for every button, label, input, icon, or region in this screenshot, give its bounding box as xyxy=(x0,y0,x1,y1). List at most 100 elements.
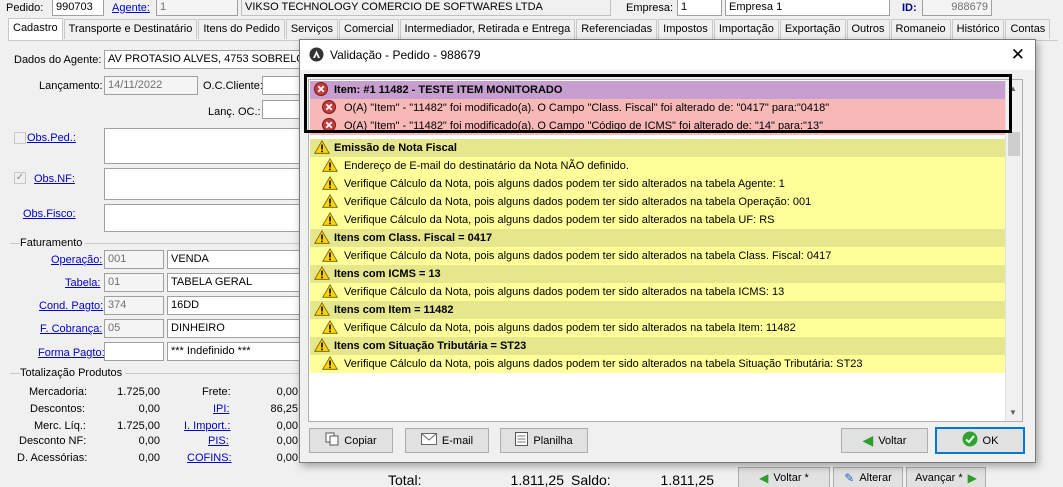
ok-button[interactable]: OK xyxy=(935,427,1025,454)
operacao-link[interactable]: Operação: xyxy=(51,254,102,266)
pedido-field[interactable]: 990703 xyxy=(52,0,104,16)
tab-importacao[interactable]: Importação xyxy=(713,19,779,39)
tab-referenciadas[interactable]: Referenciadas xyxy=(576,19,658,39)
warning-message-row[interactable]: Verifique Cálculo da Nota, pois alguns d… xyxy=(310,283,1006,301)
error-icon xyxy=(314,82,328,99)
lanc-oc-label: Lanç. OC.: xyxy=(208,106,261,118)
forma-pagto-link[interactable]: Forma Pagto: xyxy=(38,347,105,359)
f-cobranca-code[interactable]: 05 xyxy=(104,319,164,338)
tab-comercial[interactable]: Comercial xyxy=(339,19,399,39)
arrow-left-icon: ◀ xyxy=(759,471,769,485)
scroll-thumb[interactable] xyxy=(1008,132,1020,156)
cond-pagto-link[interactable]: Cond. Pagto: xyxy=(39,300,103,312)
email-button[interactable]: E-mail xyxy=(405,428,489,453)
warning-icon xyxy=(322,176,338,193)
total-value: 1.811,25 xyxy=(510,472,564,487)
warning-group-header[interactable]: Itens com ICMS = 13 xyxy=(310,265,1006,283)
cond-pagto-code[interactable]: 374 xyxy=(104,296,164,315)
pedido-label: Pedido: xyxy=(6,2,44,14)
empresa-field[interactable]: 1 xyxy=(677,0,722,16)
ipi-link[interactable]: IPI: xyxy=(213,403,230,415)
tab-outros[interactable]: Outros xyxy=(846,19,890,39)
app-logo-icon xyxy=(309,47,324,65)
operacao-name: VENDA xyxy=(167,250,302,269)
error-group-header[interactable]: Item: #1 11482 - TESTE ITEM MONITORADO xyxy=(310,81,1006,99)
warning-icon xyxy=(314,266,330,283)
tab-impostos[interactable]: Impostos xyxy=(658,19,713,39)
f-cobranca-link[interactable]: F. Cobrança: xyxy=(40,323,102,335)
footer-avancar-button[interactable]: Avançar * ▶ xyxy=(906,467,986,487)
obs-ped-field[interactable] xyxy=(104,128,304,164)
obs-fisco-field[interactable] xyxy=(104,204,304,232)
error-icon xyxy=(322,100,336,117)
warning-message-row[interactable]: Verifique Cálculo da Nota, pois alguns d… xyxy=(310,193,1006,211)
lanc-oc-field[interactable] xyxy=(262,100,302,119)
copiar-button[interactable]: Copiar xyxy=(309,428,393,453)
total-label: Total: xyxy=(388,472,422,487)
cofins-link[interactable]: COFINS: xyxy=(187,452,232,464)
error-message-row[interactable]: O(A) "Item" - "11482" foi modificado(a).… xyxy=(310,117,1006,135)
message-text: O(A) "Item" - "11482" foi modificado(a).… xyxy=(344,102,830,114)
tab-romaneio[interactable]: Romaneio xyxy=(890,19,951,39)
obs-ped-link[interactable]: Obs.Ped.: xyxy=(27,132,76,144)
error-message-row[interactable]: O(A) "Item" - "11482" foi modificado(a).… xyxy=(310,99,1006,117)
warning-icon xyxy=(322,284,338,301)
tab-exportacao[interactable]: Exportação xyxy=(779,19,846,39)
warning-message-row[interactable]: Verifique Cálculo da Nota, pois alguns d… xyxy=(310,319,1006,337)
obs-ped-checkbox[interactable] xyxy=(14,132,26,144)
tabela-link[interactable]: Tabela: xyxy=(65,277,100,289)
message-text: Itens com Class. Fiscal = 0417 xyxy=(334,232,493,244)
warning-message-row[interactable]: Verifique Cálculo da Nota, pois alguns d… xyxy=(310,175,1006,193)
voltar-button[interactable]: ◀ Voltar xyxy=(841,428,928,453)
message-text: Endereço de E-mail do destinatário da No… xyxy=(344,160,629,172)
warning-group-header[interactable]: Emissão de Nota Fiscal xyxy=(310,139,1006,157)
scroll-down-icon[interactable]: ▼ xyxy=(1009,408,1017,417)
scroll-up-icon[interactable]: ▲ xyxy=(1009,84,1017,93)
i-import-value: 0,00 xyxy=(276,420,298,432)
tab-cadastro[interactable]: Cadastro xyxy=(8,18,63,40)
tab-contas[interactable]: Contas xyxy=(1005,19,1051,39)
d-acessorias-value: 0,00 xyxy=(138,452,160,464)
saldo-label: Saldo: xyxy=(571,472,611,487)
d-acessorias-label: D. Acessórias: xyxy=(17,452,88,464)
agente-field[interactable]: 1 xyxy=(156,0,238,16)
obs-nf-link[interactable]: Obs.NF: xyxy=(34,173,75,185)
spreadsheet-icon xyxy=(515,432,529,449)
cond-pagto-name: 16DD xyxy=(167,296,302,315)
tab-historico[interactable]: Histórico xyxy=(951,19,1005,39)
desconto-nf-label: Desconto NF: xyxy=(19,435,87,447)
warning-group-header[interactable]: Itens com Situação Tributária = ST23 xyxy=(310,337,1006,355)
forma-pagto-code[interactable] xyxy=(104,342,164,361)
warning-message-row[interactable]: Verifique Cálculo da Nota, pois alguns d… xyxy=(310,211,1006,229)
warning-group-header[interactable]: Itens com Class. Fiscal = 0417 xyxy=(310,229,1006,247)
close-icon[interactable]: ✕ xyxy=(1011,45,1025,65)
footer-alterar-button[interactable]: ✎ Alterar xyxy=(833,467,903,487)
warning-message-row[interactable]: Endereço de E-mail do destinatário da No… xyxy=(310,157,1006,175)
cofins-value: 0,00 xyxy=(276,452,298,464)
warning-message-row[interactable]: Verifique Cálculo da Nota, pois alguns d… xyxy=(310,247,1006,265)
dados-agente-field[interactable]: AV PROTASIO ALVES, 4753 SOBRELOJA xyxy=(104,50,304,69)
tabela-code[interactable]: 01 xyxy=(104,273,164,292)
check-icon xyxy=(962,431,978,450)
scrollbar[interactable]: ▲ ▼ xyxy=(1005,80,1022,421)
warning-group-header[interactable]: Itens com Item = 11482 xyxy=(310,301,1006,319)
tab-transporte[interactable]: Transporte e Destinatário xyxy=(63,19,198,39)
faturamento-title: Faturamento xyxy=(20,237,86,249)
pis-link[interactable]: PIS: xyxy=(208,435,229,447)
validation-list[interactable]: Item: #1 11482 - TESTE ITEM MONITORADO O(… xyxy=(308,79,1023,422)
obs-nf-checkbox[interactable]: ✓ xyxy=(14,172,26,184)
obs-fisco-link[interactable]: Obs.Fisco: xyxy=(23,208,76,220)
planilha-button[interactable]: Planilha xyxy=(500,428,588,453)
tab-servicos[interactable]: Serviços xyxy=(285,19,338,39)
agente-link[interactable]: Agente: xyxy=(112,2,150,14)
tab-intermediador[interactable]: Intermediador, Retirada e Entrega xyxy=(399,19,576,39)
tab-itens-pedido[interactable]: Itens do Pedido xyxy=(198,19,285,39)
i-import-link[interactable]: I. Import.: xyxy=(184,420,230,432)
obs-nf-field[interactable] xyxy=(104,168,304,200)
operacao-code[interactable]: 001 xyxy=(104,250,164,269)
oc-cliente-field[interactable] xyxy=(262,76,302,95)
footer-voltar-button[interactable]: ◀ Voltar * xyxy=(738,467,830,487)
edit-icon: ✎ xyxy=(844,471,855,485)
warning-message-row[interactable]: Verifique Cálculo da Nota, pois alguns d… xyxy=(310,355,1006,373)
lancamento-field[interactable]: 14/11/2022 xyxy=(104,76,198,95)
